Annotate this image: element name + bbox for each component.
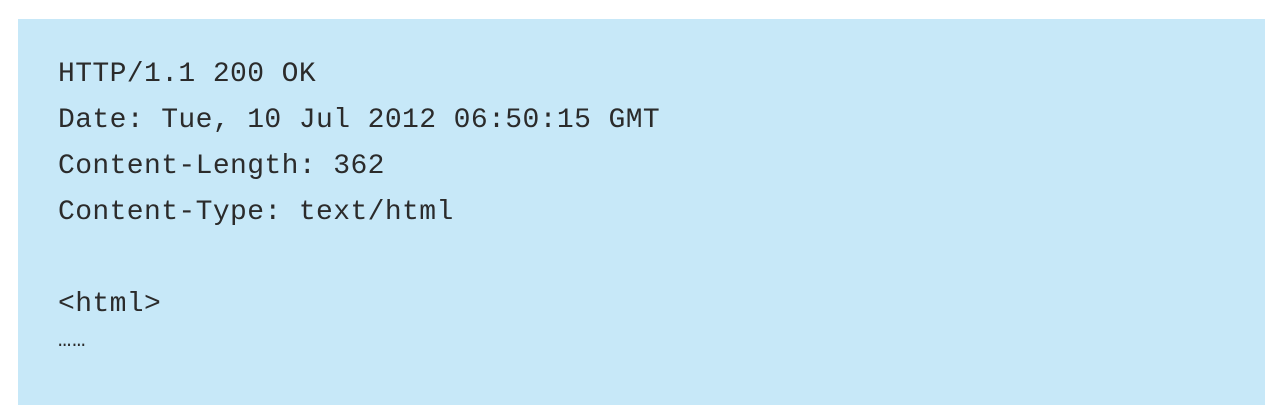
http-response-code-block: HTTP/1.1 200 OK Date: Tue, 10 Jul 2012 0… bbox=[18, 19, 1265, 405]
header-date: Date: Tue, 10 Jul 2012 06:50:15 GMT bbox=[58, 105, 661, 136]
header-content-type: Content-Type: text/html bbox=[58, 197, 454, 228]
body-html-tag: <html> bbox=[58, 289, 162, 320]
status-line: HTTP/1.1 200 OK bbox=[58, 59, 317, 90]
header-content-length: Content-Length: 362 bbox=[58, 151, 385, 182]
body-ellipsis: …… bbox=[58, 328, 87, 353]
